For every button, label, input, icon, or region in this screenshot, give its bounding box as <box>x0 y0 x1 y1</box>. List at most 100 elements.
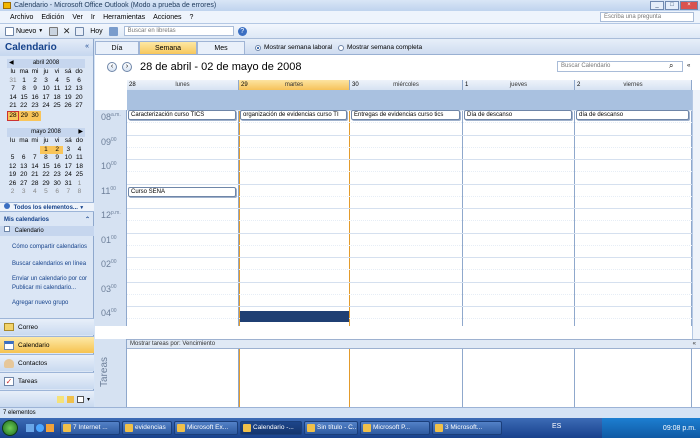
mini-calendar-day[interactable]: 12 <box>63 85 74 94</box>
delete-icon[interactable]: ✕ <box>62 26 71 36</box>
previous-week-button[interactable]: ‹ <box>107 62 117 72</box>
mini-calendar-day[interactable]: 3 <box>63 146 74 155</box>
tab-month[interactable]: Mes <box>197 41 245 54</box>
nav-link-share[interactable]: Cómo compartir calendarios <box>12 244 87 250</box>
taskbar-item[interactable]: 7 Internet ... <box>60 421 120 435</box>
nav-link-send-calendar[interactable]: Enviar un calendario por cor <box>12 276 87 282</box>
mini-calendar-day[interactable]: 13 <box>74 85 85 94</box>
new-button[interactable]: Nuevo ▼ <box>3 26 45 37</box>
mini-calendar-day[interactable]: 26 <box>63 102 74 111</box>
mini-calendar-day[interactable]: 30 <box>29 111 41 121</box>
menu-archivo[interactable]: Archivo <box>10 14 33 21</box>
mini-calendar-day[interactable]: 10 <box>41 85 52 94</box>
mini-calendar-day[interactable]: 29 <box>18 111 30 121</box>
appointment[interactable]: Día de descanso <box>464 110 572 120</box>
mini-calendar-day[interactable]: 19 <box>63 94 74 103</box>
mini-calendar-day[interactable]: 1 <box>40 145 52 154</box>
mini-calendar-day[interactable]: 8 <box>74 188 85 197</box>
menu-help[interactable]: ? <box>190 14 194 21</box>
menu-edicion[interactable]: Edición <box>41 14 64 21</box>
mini-calendar-day[interactable]: 8 <box>40 154 51 163</box>
close-button[interactable]: × <box>680 1 698 10</box>
mini-calendar-day[interactable]: 11 <box>52 85 63 94</box>
collapse-nav-icon[interactable]: « <box>85 43 89 50</box>
menu-ir[interactable]: Ir <box>91 14 95 21</box>
mini-calendar-day[interactable]: 18 <box>74 163 85 172</box>
mini-calendar-day[interactable]: 17 <box>41 94 52 103</box>
vertical-scrollbar[interactable] <box>692 90 700 339</box>
mini-calendar-day[interactable]: 27 <box>18 180 29 189</box>
task-day-column[interactable] <box>463 349 575 407</box>
mini-calendar-day[interactable]: 1 <box>19 77 30 86</box>
mini-calendar-day[interactable]: 3 <box>41 77 52 86</box>
collapse-tasks-icon[interactable]: « <box>693 340 696 348</box>
tasks-bar[interactable]: Mostrar tareas por: Vencimiento « <box>127 339 700 349</box>
mini-calendar-day[interactable]: 6 <box>52 188 63 197</box>
mini-calendar-day[interactable]: 1 <box>74 180 85 189</box>
language-indicator[interactable]: ES <box>552 423 561 430</box>
mini-calendar-day[interactable]: 14 <box>29 163 40 172</box>
search-calendar-input[interactable]: Buscar Calendario <box>557 61 683 72</box>
all-day-area[interactable] <box>127 90 692 110</box>
mini-calendar-day[interactable]: 9 <box>52 154 63 163</box>
mini-calendar-day[interactable]: 31 <box>8 77 19 86</box>
taskbar-item[interactable]: Microsoft Ex... <box>174 421 238 435</box>
nav-button-calendar[interactable]: Calendario <box>0 336 94 353</box>
mini-calendar-day[interactable]: 13 <box>18 163 29 172</box>
mini-calendar-day[interactable]: 5 <box>40 188 51 197</box>
mini-calendar-day[interactable]: 15 <box>19 94 30 103</box>
nav-button-contacts[interactable]: Contactos <box>0 354 94 371</box>
folder-list-icon[interactable] <box>66 395 74 403</box>
mini-calendar-day[interactable]: 28 <box>7 110 19 121</box>
mini-calendar-day[interactable]: 20 <box>74 94 85 103</box>
mini-calendar-day[interactable]: 4 <box>52 77 63 86</box>
taskbar-item[interactable]: Microsoft P... <box>360 421 430 435</box>
help-search-input[interactable]: Escriba una pregunta <box>600 12 694 22</box>
mini-calendar-day[interactable]: 21 <box>8 102 19 111</box>
collapse-icon[interactable]: ⌃ <box>85 215 90 225</box>
mini-calendar-day[interactable]: 8 <box>19 85 30 94</box>
next-week-button[interactable]: › <box>122 62 132 72</box>
radio-full-week[interactable]: Mostrar semana completa <box>338 44 422 51</box>
appointment[interactable]: Entregas de evidencias curso tics <box>351 110 460 120</box>
mini-calendar-day[interactable]: 11 <box>74 154 85 163</box>
calendar-list-item[interactable]: Calendario <box>0 226 94 236</box>
day-header-1[interactable]: 29 martes <box>239 80 350 90</box>
ie-icon[interactable] <box>36 424 44 432</box>
mini-calendar-day[interactable]: 25 <box>52 102 63 111</box>
mini-calendar-day[interactable]: 30 <box>52 180 63 189</box>
task-day-column[interactable] <box>575 349 692 407</box>
mini-calendar-day[interactable]: 25 <box>74 171 85 180</box>
expand-icon[interactable]: « <box>687 63 690 69</box>
mini-calendar-day[interactable]: 19 <box>7 171 18 180</box>
day-header-2[interactable]: 30 miércoles <box>350 80 463 90</box>
task-day-column[interactable] <box>350 349 463 407</box>
mini-calendar-day[interactable]: 2 <box>30 77 41 86</box>
mini-calendar-day[interactable]: 31 <box>63 180 74 189</box>
nav-link-add-group[interactable]: Agregar nuevo grupo <box>12 300 68 306</box>
radio-work-week[interactable]: Mostrar semana laboral <box>255 44 332 51</box>
mini-calendar-day[interactable]: 4 <box>74 146 85 155</box>
mini-calendar-day[interactable]: 7 <box>29 154 40 163</box>
my-calendars-header[interactable]: Mis calendarios ⌃ <box>0 215 94 225</box>
taskbar-item[interactable]: Calendario -... <box>240 421 302 435</box>
address-book-icon[interactable] <box>108 26 118 36</box>
today-button[interactable]: Hoy <box>88 26 104 37</box>
taskbar-item[interactable]: Sin título - C... <box>304 421 358 435</box>
start-button[interactable] <box>2 420 18 436</box>
search-address-books-input[interactable]: Buscar en libretas <box>123 26 234 36</box>
mini-calendar-day[interactable]: 9 <box>30 85 41 94</box>
mini-calendar-day[interactable]: 24 <box>63 171 74 180</box>
mini-calendar-day[interactable]: 7 <box>8 85 19 94</box>
appointment[interactable]: Caracterización curso TICS <box>128 110 236 120</box>
mini-calendar-day[interactable]: 4 <box>29 188 40 197</box>
mini-calendar-day[interactable]: 2 <box>51 145 63 154</box>
mini-calendar-day[interactable]: 27 <box>74 102 85 111</box>
taskbar-item[interactable]: evidencias <box>122 421 172 435</box>
search-icon[interactable]: ⌕ <box>669 61 673 71</box>
configure-buttons-icon[interactable]: ▾ <box>87 396 90 403</box>
media-icon[interactable] <box>46 424 54 432</box>
mini-calendar-day[interactable]: 16 <box>30 94 41 103</box>
mini-calendar-day[interactable]: 14 <box>8 94 19 103</box>
day-header-3[interactable]: 1 jueves <box>463 80 575 90</box>
